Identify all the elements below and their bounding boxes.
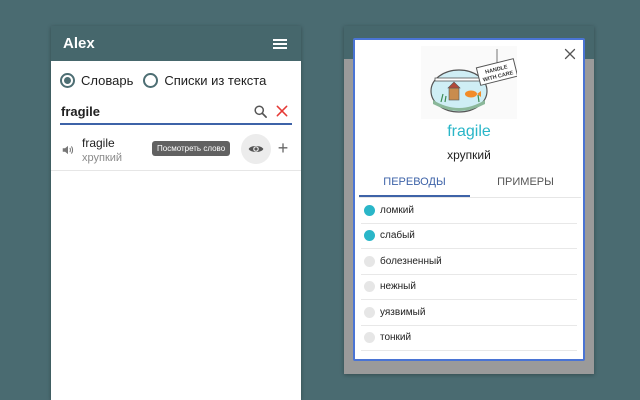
option-dot-icon [364,332,375,344]
eye-icon [248,146,264,152]
radio-dictionary[interactable]: Словарь [60,72,134,88]
word-card-dialog: HANDLE WITH CARE fragile хрупкий ПЕРЕВОД… [353,38,585,361]
dialog-word: fragile [447,123,491,140]
word-text: fragile [82,136,115,150]
radio-dictionary-label: Словарь [81,72,134,88]
close-icon[interactable] [564,48,576,60]
translation-option[interactable]: нежный [361,275,577,300]
search-icon[interactable] [253,104,268,119]
translation-option[interactable]: слабый [361,224,577,249]
option-dot-icon [364,281,375,293]
option-label: ломкий [380,204,414,216]
translation-options: ломкий слабый болезненный нежный уязвимы… [361,198,577,351]
plus-icon[interactable]: + [275,139,291,157]
dialog-tabs: ПЕРЕВОДЫ ПРИМЕРЫ [359,168,581,198]
word-list-panel: Alex Словарь Списки из текста fragile fr… [51,26,301,400]
clear-icon[interactable] [275,104,289,118]
option-label: нежный [380,281,416,293]
word-illustration: HANDLE WITH CARE [421,46,517,119]
radio-checked-icon [60,72,75,88]
app-header: Alex [51,26,301,61]
option-label: слабый [380,230,415,242]
radio-unchecked-icon [143,72,159,88]
tab-translations[interactable]: ПЕРЕВОДЫ [359,168,470,197]
option-dot-icon [364,230,375,242]
word-block: fragile хрупкий [82,136,122,164]
tab-examples[interactable]: ПРИМЕРЫ [470,168,581,197]
translation-option[interactable]: тонкий [361,326,577,351]
user-name: Alex [63,35,95,52]
translation-option[interactable]: болезненный [361,249,577,275]
speaker-icon[interactable] [61,143,75,157]
translation-option[interactable]: уязвимый [361,300,577,326]
option-dot-icon [364,306,375,318]
option-dot-icon [364,204,375,216]
option-label: тонкий [380,332,412,344]
word-translation: хрупкий [82,152,123,164]
translation-option[interactable]: ломкий [361,198,577,224]
option-dot-icon [364,255,375,267]
list-item[interactable]: fragile хрупкий Посмотреть слово + [51,130,301,170]
search-input[interactable] [60,103,240,119]
radio-text-lists[interactable]: Списки из текста [143,72,267,88]
option-label: уязвимый [380,306,426,318]
option-label: болезненный [380,255,442,267]
view-word-button[interactable] [241,134,271,164]
menu-icon[interactable] [273,38,287,49]
view-word-tooltip: Посмотреть слово [152,141,231,156]
search-bar [60,99,292,125]
divider [51,170,301,171]
radio-text-lists-label: Списки из текста [164,72,267,88]
dialog-translation: хрупкий [447,148,491,162]
source-selector: Словарь Списки из текста [51,63,301,97]
